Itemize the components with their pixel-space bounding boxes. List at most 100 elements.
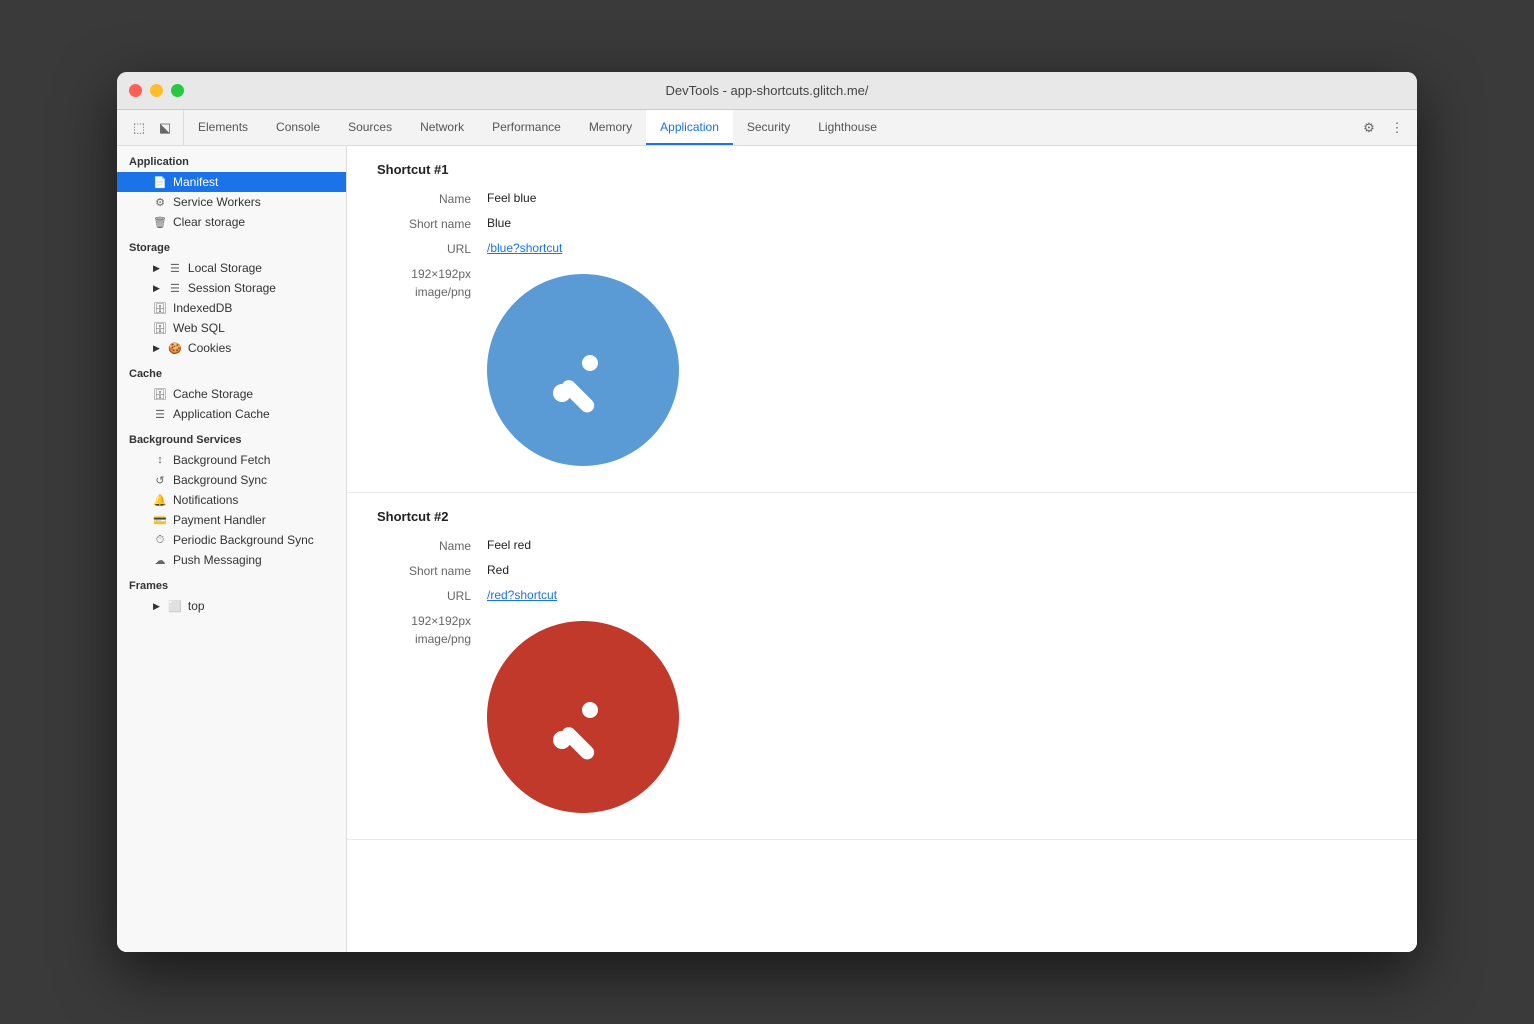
- tab-lighthouse[interactable]: Lighthouse: [804, 110, 891, 145]
- sidebar-item-cache-storage[interactable]: 🗄 Cache Storage: [117, 384, 346, 404]
- shortcut-1-image-label: 192×192px image/png: [377, 266, 487, 299]
- sidebar-item-periodic-background-sync[interactable]: ⏱ Periodic Background Sync: [117, 530, 346, 550]
- top-arrow: ▶: [153, 601, 160, 612]
- cookies-icon: 🍪: [168, 342, 182, 355]
- sidebar: Application 📄 Manifest ⚙ Service Workers…: [117, 146, 347, 952]
- local-storage-arrow: ▶: [153, 263, 160, 274]
- main-layout: Application 📄 Manifest ⚙ Service Workers…: [117, 146, 1417, 952]
- sidebar-item-cache-storage-label: Cache Storage: [173, 387, 253, 401]
- shortcut-2-red-icon: [487, 621, 679, 813]
- tab-memory[interactable]: Memory: [575, 110, 646, 145]
- sidebar-item-application-cache[interactable]: ☰ Application Cache: [117, 404, 346, 424]
- shortcut-2-image-preview: [487, 621, 679, 813]
- sidebar-item-top-label: top: [188, 599, 205, 613]
- cursor-icon[interactable]: ⬚: [129, 118, 149, 138]
- payment-handler-icon: 💳: [153, 514, 167, 527]
- device-icon[interactable]: ⬕: [155, 118, 175, 138]
- tab-application[interactable]: Application: [646, 110, 733, 145]
- session-storage-arrow: ▶: [153, 283, 160, 294]
- titlebar: DevTools - app-shortcuts.glitch.me/: [117, 72, 1417, 110]
- more-icon[interactable]: ⋮: [1387, 118, 1407, 138]
- shortcut-1-name-value: Feel blue: [487, 191, 536, 205]
- shortcut-2-title: Shortcut #2: [377, 509, 1387, 524]
- shortcut-2-name-label: Name: [377, 538, 487, 553]
- sidebar-item-push-messaging-label: Push Messaging: [173, 553, 262, 567]
- shortcut-1-url-row: URL /blue?shortcut: [377, 241, 1387, 256]
- content-area: Shortcut #1 Name Feel blue Short name Bl…: [347, 146, 1417, 952]
- section-application: Application: [117, 146, 346, 172]
- tab-bar-right: ⚙ ⋮: [1349, 110, 1417, 145]
- paint-brush-icon: [538, 325, 628, 415]
- minimize-button[interactable]: [150, 84, 163, 97]
- shortcut-1-url-value[interactable]: /blue?shortcut: [487, 241, 562, 255]
- sidebar-item-background-fetch[interactable]: ↕ Background Fetch: [117, 450, 346, 470]
- top-icon: ⬜: [168, 600, 182, 613]
- shortcut-1-shortname-row: Short name Blue: [377, 216, 1387, 231]
- shortname-label: Short name: [377, 216, 487, 231]
- shortcut-2-image-type: image/png: [377, 632, 471, 646]
- shortcut-2-image-row: 192×192px image/png: [377, 613, 1387, 813]
- sidebar-item-notifications-label: Notifications: [173, 493, 238, 507]
- shortcut-2-url-label: URL: [377, 588, 487, 603]
- sidebar-item-payment-handler-label: Payment Handler: [173, 513, 266, 527]
- sidebar-item-background-sync-label: Background Sync: [173, 473, 267, 487]
- background-sync-icon: ↺: [153, 474, 167, 487]
- sidebar-item-indexeddb-label: IndexedDB: [173, 301, 232, 315]
- paint-brush-red-icon: [538, 672, 628, 762]
- sidebar-item-indexeddb[interactable]: 🗄 IndexedDB: [117, 298, 346, 318]
- notifications-icon: 🔔: [153, 494, 167, 507]
- tab-sources[interactable]: Sources: [334, 110, 406, 145]
- shortcut-2-name-row: Name Feel red: [377, 538, 1387, 553]
- section-cache: Cache: [117, 358, 346, 384]
- shortcut-1-image-size: 192×192px: [377, 267, 471, 281]
- sidebar-item-payment-handler[interactable]: 💳 Payment Handler: [117, 510, 346, 530]
- devtools-panel: ⬚ ⬕ Elements Console Sources Network Per…: [117, 110, 1417, 952]
- sidebar-item-manifest[interactable]: 📄 Manifest: [117, 172, 346, 192]
- sidebar-item-session-storage-label: Session Storage: [188, 281, 276, 295]
- shortcut-2-name-value: Feel red: [487, 538, 531, 552]
- shortcut-1-blue-icon: [487, 274, 679, 466]
- tabs: Elements Console Sources Network Perform…: [184, 110, 1349, 145]
- sidebar-item-session-storage[interactable]: ▶ ☰ Session Storage: [117, 278, 346, 298]
- application-cache-icon: ☰: [153, 408, 167, 421]
- clear-storage-icon: 🗑: [153, 216, 167, 229]
- sidebar-item-notifications[interactable]: 🔔 Notifications: [117, 490, 346, 510]
- shortcut-1-name-row: Name Feel blue: [377, 191, 1387, 206]
- sidebar-item-cookies-label: Cookies: [188, 341, 231, 355]
- manifest-icon: 📄: [153, 176, 167, 189]
- section-storage: Storage: [117, 232, 346, 258]
- sidebar-item-web-sql-label: Web SQL: [173, 321, 225, 335]
- settings-icon[interactable]: ⚙: [1359, 118, 1379, 138]
- cache-storage-icon: 🗄: [153, 388, 167, 401]
- sidebar-item-background-fetch-label: Background Fetch: [173, 453, 270, 467]
- sidebar-item-clear-storage-label: Clear storage: [173, 215, 245, 229]
- shortcut-2-image-size: 192×192px: [377, 614, 471, 628]
- sidebar-item-top[interactable]: ▶ ⬜ top: [117, 596, 346, 616]
- shortcut-2-section: Shortcut #2 Name Feel red Short name Red…: [347, 493, 1417, 840]
- sidebar-item-manifest-label: Manifest: [173, 175, 218, 189]
- sidebar-item-clear-storage[interactable]: 🗑 Clear storage: [117, 212, 346, 232]
- close-button[interactable]: [129, 84, 142, 97]
- tab-performance[interactable]: Performance: [478, 110, 575, 145]
- window-title: DevTools - app-shortcuts.glitch.me/: [665, 83, 868, 98]
- background-fetch-icon: ↕: [153, 454, 167, 466]
- sidebar-item-local-storage-label: Local Storage: [188, 261, 262, 275]
- sidebar-item-background-sync[interactable]: ↺ Background Sync: [117, 470, 346, 490]
- shortcut-2-shortname-row: Short name Red: [377, 563, 1387, 578]
- maximize-button[interactable]: [171, 84, 184, 97]
- tab-console[interactable]: Console: [262, 110, 334, 145]
- sidebar-item-local-storage[interactable]: ▶ ☰ Local Storage: [117, 258, 346, 278]
- sidebar-item-service-workers[interactable]: ⚙ Service Workers: [117, 192, 346, 212]
- shortcut-2-url-value[interactable]: /red?shortcut: [487, 588, 557, 602]
- section-frames: Frames: [117, 570, 346, 596]
- shortcut-2-image-label: 192×192px image/png: [377, 613, 487, 646]
- tab-network[interactable]: Network: [406, 110, 478, 145]
- shortcut-1-image-preview: [487, 274, 679, 466]
- shortcut-2-url-row: URL /red?shortcut: [377, 588, 1387, 603]
- sidebar-item-web-sql[interactable]: 🗄 Web SQL: [117, 318, 346, 338]
- local-storage-icon: ☰: [168, 262, 182, 275]
- tab-elements[interactable]: Elements: [184, 110, 262, 145]
- sidebar-item-push-messaging[interactable]: ☁ Push Messaging: [117, 550, 346, 570]
- sidebar-item-cookies[interactable]: ▶ 🍪 Cookies: [117, 338, 346, 358]
- tab-security[interactable]: Security: [733, 110, 804, 145]
